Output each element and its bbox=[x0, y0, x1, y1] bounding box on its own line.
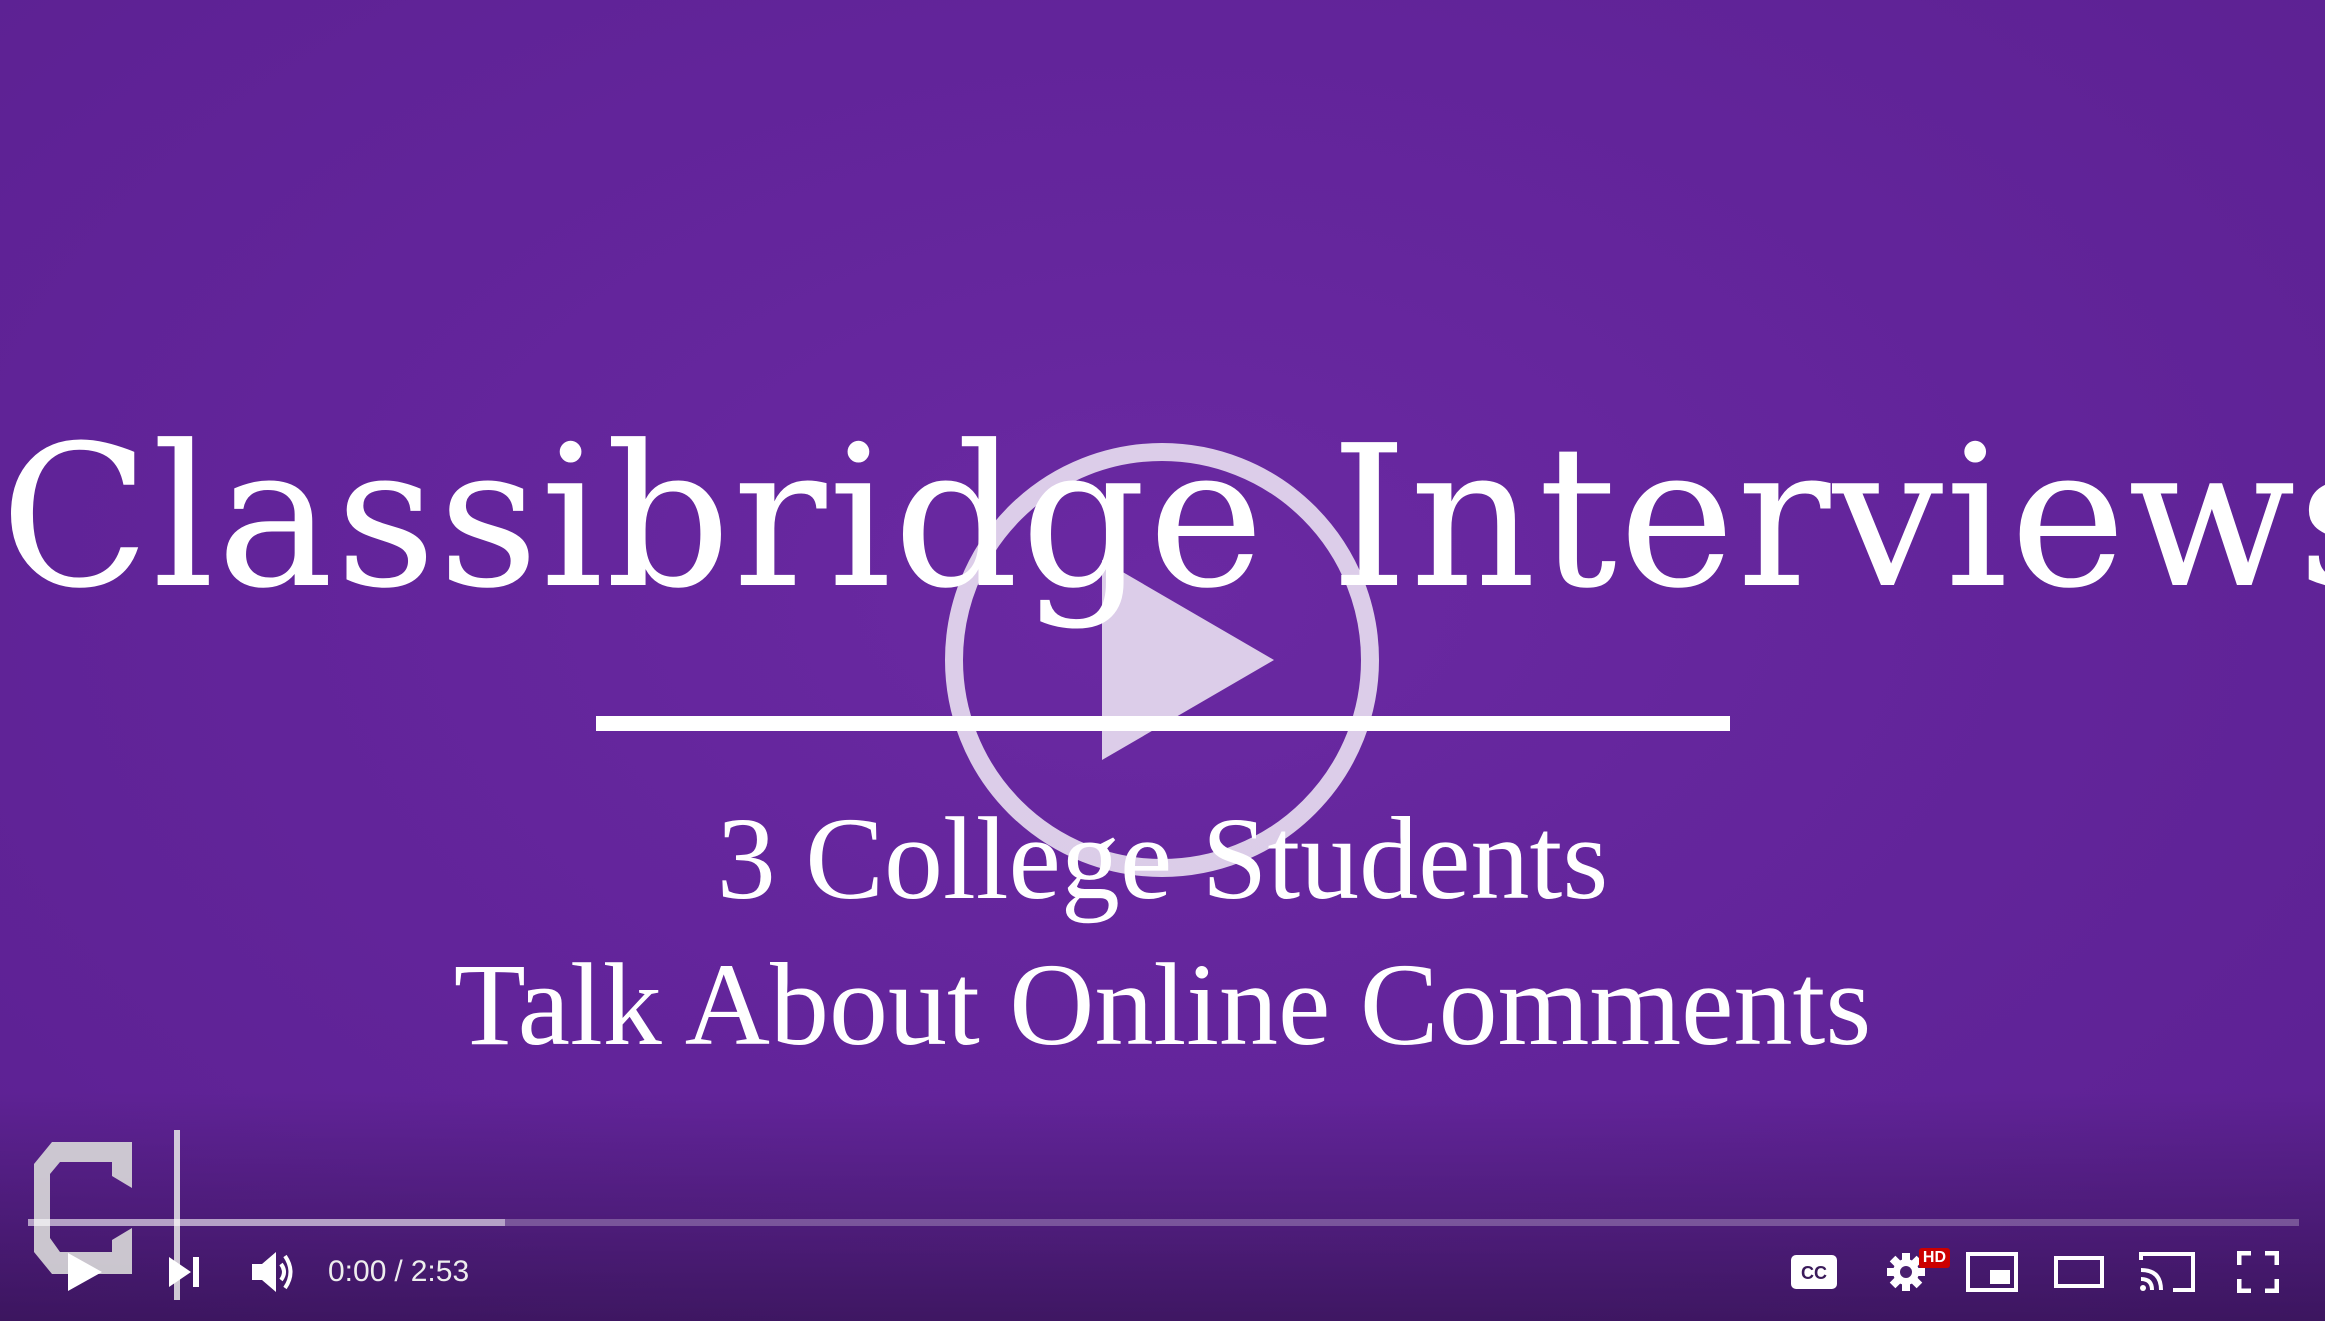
time-display: 0:00 / 2:53 bbox=[328, 1236, 469, 1308]
volume-button[interactable] bbox=[234, 1236, 314, 1308]
control-bar: 0:00 / 2:53 CC HD bbox=[0, 1236, 2325, 1308]
play-circle-icon bbox=[945, 443, 1379, 877]
hd-badge: HD bbox=[1918, 1248, 1950, 1268]
play-icon bbox=[68, 1253, 102, 1291]
current-time: 0:00 bbox=[328, 1255, 387, 1288]
captions-button[interactable]: CC bbox=[1776, 1236, 1852, 1308]
fullscreen-button[interactable] bbox=[2218, 1236, 2298, 1308]
progress-bar[interactable] bbox=[28, 1219, 2299, 1226]
time-separator: / bbox=[394, 1255, 403, 1288]
miniplayer-button[interactable] bbox=[1954, 1236, 2030, 1308]
volume-icon bbox=[252, 1252, 293, 1292]
svg-text:CC: CC bbox=[1801, 1263, 1827, 1283]
theater-mode-icon bbox=[2054, 1256, 2104, 1288]
video-player[interactable]: Classibridge Interviews 3 College Studen… bbox=[0, 0, 2325, 1321]
big-play-button[interactable] bbox=[934, 432, 1390, 888]
fullscreen-icon bbox=[2237, 1251, 2279, 1293]
theater-mode-button[interactable] bbox=[2040, 1236, 2118, 1308]
cast-icon bbox=[2139, 1252, 2195, 1292]
settings-button[interactable]: HD bbox=[1866, 1236, 1950, 1308]
next-button[interactable] bbox=[146, 1236, 222, 1308]
duration: 2:53 bbox=[410, 1255, 470, 1288]
play-button[interactable] bbox=[44, 1236, 124, 1308]
cast-button[interactable] bbox=[2128, 1236, 2208, 1308]
miniplayer-icon bbox=[1966, 1252, 2018, 1292]
next-icon bbox=[169, 1257, 199, 1287]
video-subtitle-line2: Talk About Online Comments bbox=[453, 939, 1872, 1070]
cc-icon: CC bbox=[1791, 1255, 1837, 1289]
progress-buffered bbox=[28, 1219, 505, 1226]
